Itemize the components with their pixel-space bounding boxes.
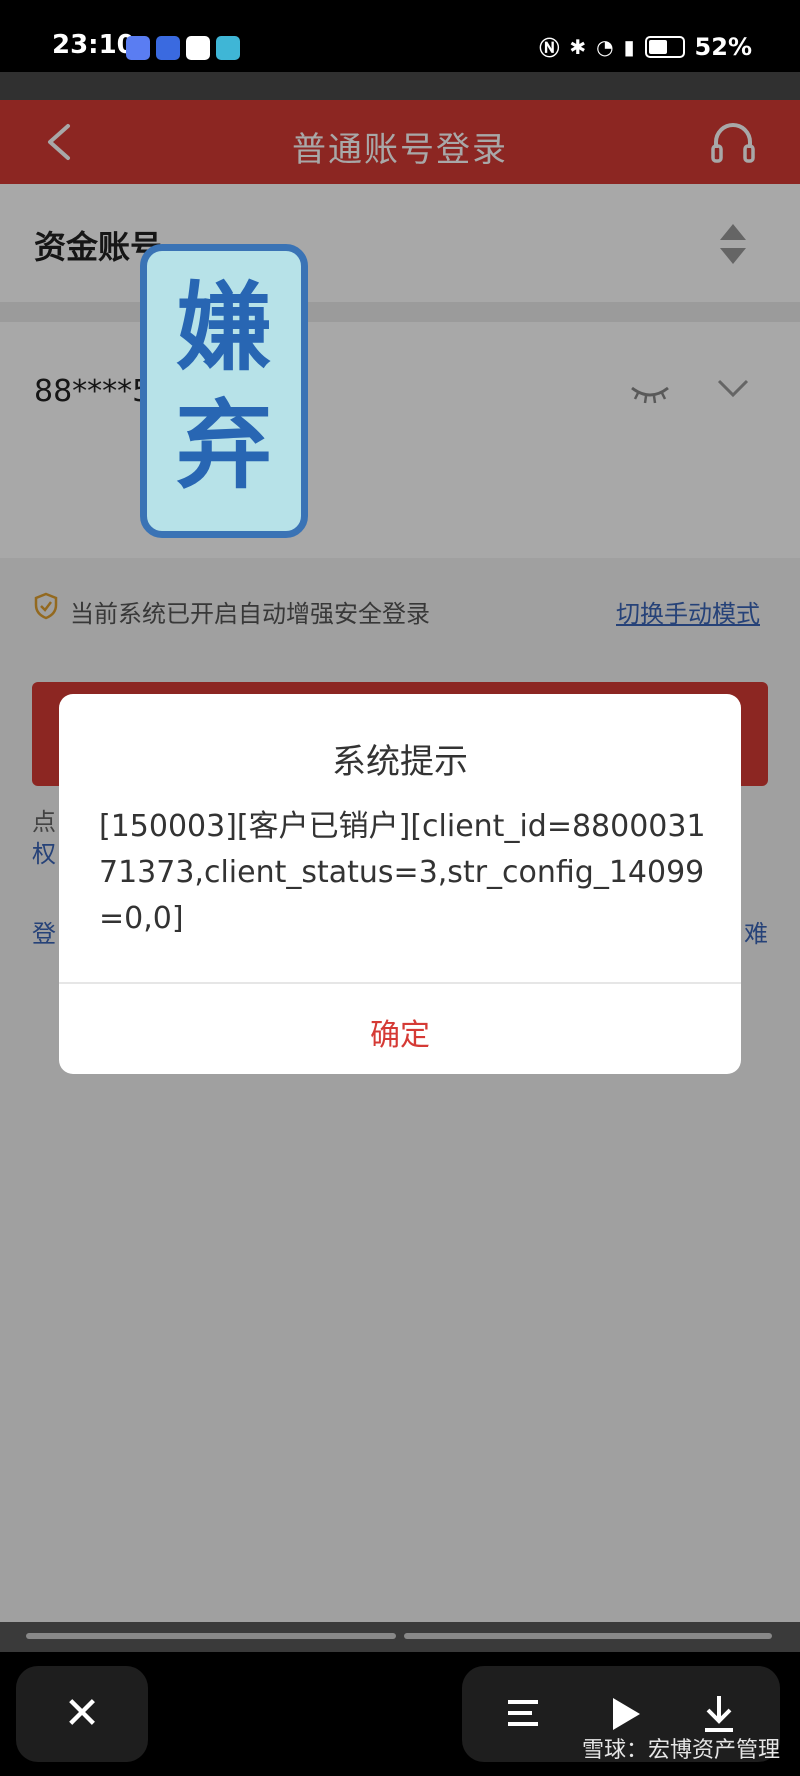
status-bar: 23:10 Ⓝ ✱ ◔ ▮ 52% bbox=[0, 0, 800, 72]
scroll-thumb-right[interactable] bbox=[404, 1633, 772, 1639]
dialog-divider bbox=[59, 982, 741, 984]
battery-icon bbox=[644, 35, 685, 58]
dialog-title: 系统提示 bbox=[332, 742, 468, 782]
stamp-char-1: 嫌 bbox=[176, 272, 272, 384]
app-screen: 普通账号登录 资金账号 88****5 当前系统已开启自动增强安全登录 切换手动… bbox=[0, 72, 800, 1622]
play-icon[interactable] bbox=[610, 1696, 642, 1732]
app-notification-icon-2 bbox=[156, 36, 180, 60]
dialog-message: [150003][客户已销户][client_id=880003171373,c… bbox=[99, 809, 706, 936]
scroll-thumb-left[interactable] bbox=[26, 1633, 396, 1639]
dialog-ok-button[interactable]: 确定 bbox=[59, 1010, 741, 1054]
scroll-track bbox=[0, 1622, 800, 1652]
menu-icon[interactable] bbox=[506, 1698, 540, 1728]
viewer-bottom-bar: ✕ 雪球：宏博资产管理 bbox=[0, 1652, 800, 1776]
bluetooth-icon: ✱ bbox=[569, 34, 587, 59]
wifi-icon: ◔ bbox=[596, 34, 614, 59]
5g-signal-icon: ▮ bbox=[623, 34, 635, 59]
xueqiu-watermark: 雪球：宏博资产管理 bbox=[581, 1738, 780, 1763]
system-alert-dialog: 系统提示 [150003][客户已销户][client_id=880003171… bbox=[59, 694, 741, 1074]
book-icon bbox=[216, 36, 240, 60]
status-app-icons bbox=[126, 36, 240, 60]
battery-level-fill bbox=[648, 39, 668, 54]
nfc-icon: Ⓝ bbox=[539, 36, 560, 60]
battery-percent: 52% bbox=[694, 32, 752, 61]
stamp-char-2: 弃 bbox=[176, 390, 272, 502]
status-time: 23:10 bbox=[52, 30, 135, 60]
close-button[interactable]: ✕ bbox=[16, 1666, 148, 1762]
sticker-stamp: 嫌 弃 bbox=[140, 244, 308, 538]
app-notification-icon-1 bbox=[126, 36, 150, 60]
download-icon[interactable] bbox=[702, 1694, 736, 1734]
status-right: Ⓝ ✱ ◔ ▮ 52% bbox=[539, 32, 752, 61]
music-icon bbox=[186, 36, 210, 60]
